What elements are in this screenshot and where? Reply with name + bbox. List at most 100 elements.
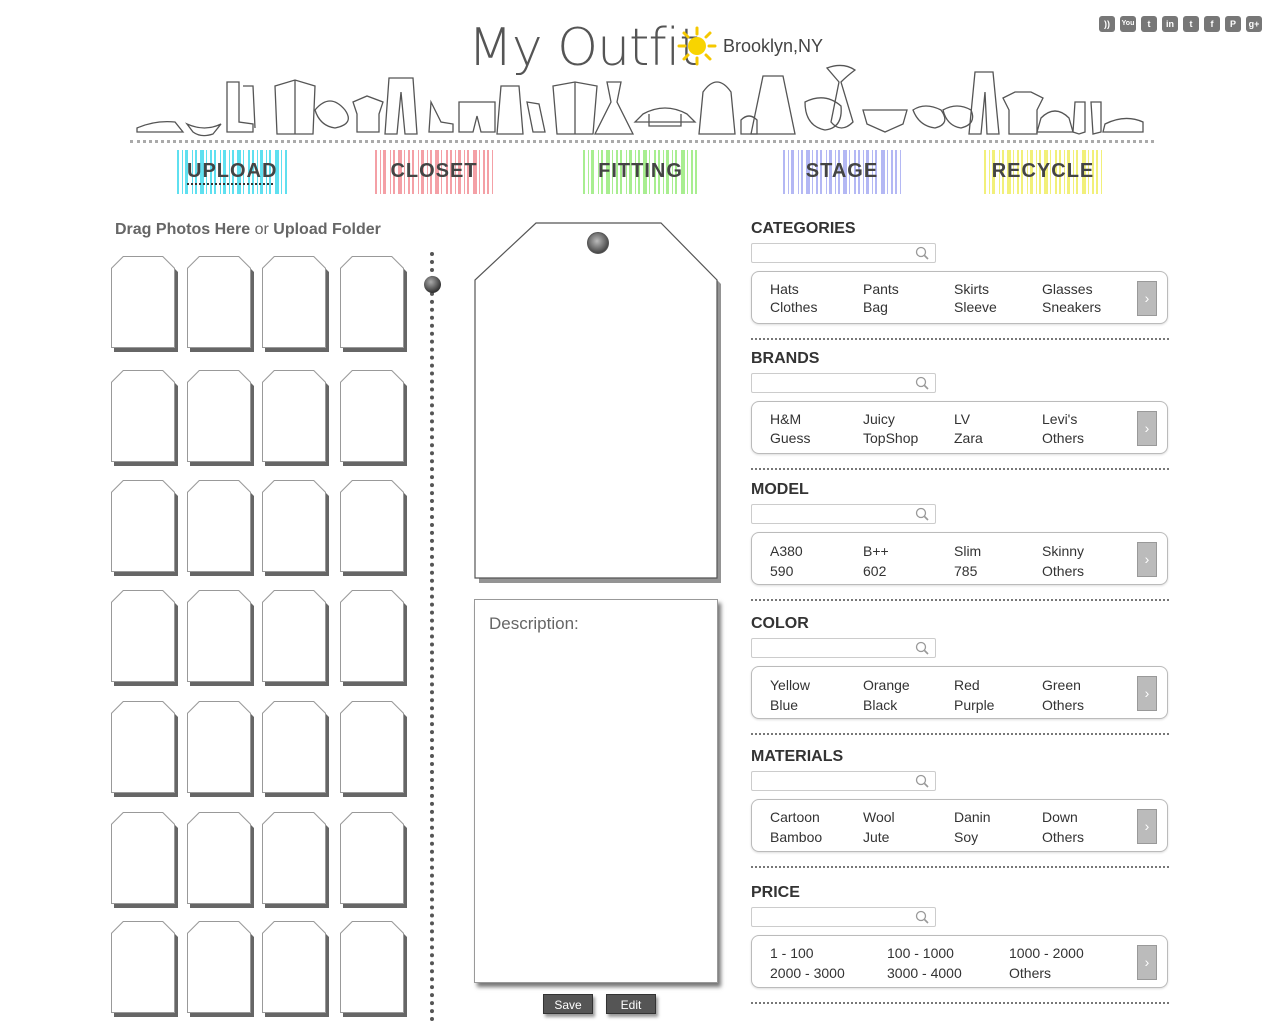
- categories-option[interactable]: Clothes: [770, 299, 817, 315]
- photo-tag-slot[interactable]: [111, 590, 179, 686]
- photo-tag-slot[interactable]: [262, 480, 330, 576]
- brands-option[interactable]: H&M: [770, 411, 801, 427]
- photo-tag-slot[interactable]: [187, 921, 255, 1017]
- search-icon[interactable]: [915, 641, 929, 655]
- brands-option[interactable]: Zara: [954, 430, 983, 446]
- materials-option[interactable]: Down: [1042, 809, 1078, 825]
- chevron-right-icon[interactable]: ›: [1137, 281, 1157, 316]
- photo-tag-slot[interactable]: [111, 480, 179, 576]
- search-icon[interactable]: [915, 774, 929, 788]
- model-option[interactable]: Others: [1042, 563, 1084, 579]
- brands-option[interactable]: LV: [954, 411, 970, 427]
- photo-tag-slot[interactable]: [187, 590, 255, 686]
- photo-tag-slot[interactable]: [111, 370, 179, 466]
- model-option[interactable]: A380: [770, 543, 803, 559]
- photo-tag-slot[interactable]: [340, 812, 408, 908]
- photo-tag-slot[interactable]: [187, 370, 255, 466]
- materials-search-input[interactable]: [751, 771, 936, 791]
- model-option[interactable]: 602: [863, 563, 886, 579]
- photo-tag-slot[interactable]: [340, 370, 408, 466]
- search-icon[interactable]: [915, 246, 929, 260]
- photo-tag-slot[interactable]: [187, 701, 255, 797]
- materials-option[interactable]: Others: [1042, 829, 1084, 845]
- brands-option[interactable]: Juicy: [863, 411, 895, 427]
- rss-icon[interactable]: )): [1099, 16, 1115, 32]
- photo-tag-slot[interactable]: [340, 480, 408, 576]
- price-option[interactable]: 1000 - 2000: [1009, 945, 1084, 961]
- model-option[interactable]: 590: [770, 563, 793, 579]
- search-icon[interactable]: [915, 376, 929, 390]
- linkedin-icon[interactable]: in: [1162, 16, 1178, 32]
- price-option[interactable]: 1 - 100: [770, 945, 814, 961]
- photo-tag-slot[interactable]: [187, 812, 255, 908]
- photo-tag-slot[interactable]: [111, 921, 179, 1017]
- materials-option[interactable]: Danin: [954, 809, 991, 825]
- chevron-right-icon[interactable]: ›: [1137, 945, 1157, 980]
- drag-photos-link[interactable]: Drag Photos Here: [115, 221, 250, 238]
- scroll-handle[interactable]: [424, 276, 441, 293]
- categories-option[interactable]: Glasses: [1042, 281, 1093, 297]
- photo-tag-slot[interactable]: [262, 256, 330, 352]
- photo-tag-slot[interactable]: [262, 921, 330, 1017]
- nav-recycle[interactable]: RECYCLE: [984, 150, 1102, 194]
- color-option[interactable]: Green: [1042, 677, 1081, 693]
- brands-option[interactable]: Levi's: [1042, 411, 1077, 427]
- categories-option[interactable]: Bag: [863, 299, 888, 315]
- model-option[interactable]: B++: [863, 543, 889, 559]
- chevron-right-icon[interactable]: ›: [1137, 411, 1157, 446]
- facebook-icon[interactable]: f: [1204, 16, 1220, 32]
- photo-tag-slot[interactable]: [187, 480, 255, 576]
- brands-option[interactable]: TopShop: [863, 430, 918, 446]
- model-option[interactable]: 785: [954, 563, 977, 579]
- materials-option[interactable]: Jute: [863, 829, 889, 845]
- youtube-icon[interactable]: You: [1120, 16, 1136, 32]
- color-option[interactable]: Others: [1042, 697, 1084, 713]
- save-button[interactable]: Save: [543, 994, 593, 1014]
- model-search-input[interactable]: [751, 504, 936, 524]
- preview-tag[interactable]: [474, 222, 722, 584]
- scroll-track[interactable]: [430, 252, 434, 1022]
- color-option[interactable]: Orange: [863, 677, 910, 693]
- description-box[interactable]: Description:: [474, 599, 718, 983]
- chevron-right-icon[interactable]: ›: [1137, 809, 1157, 844]
- categories-option[interactable]: Hats: [770, 281, 799, 297]
- price-option[interactable]: 100 - 1000: [887, 945, 954, 961]
- categories-option[interactable]: Skirts: [954, 281, 989, 297]
- price-option[interactable]: 3000 - 4000: [887, 965, 962, 981]
- edit-button[interactable]: Edit: [606, 994, 656, 1014]
- search-icon[interactable]: [915, 910, 929, 924]
- price-option[interactable]: 2000 - 3000: [770, 965, 845, 981]
- twitter-icon[interactable]: t: [1183, 16, 1199, 32]
- categories-option[interactable]: Pants: [863, 281, 899, 297]
- pinterest-icon[interactable]: P: [1225, 16, 1241, 32]
- categories-option[interactable]: Sneakers: [1042, 299, 1101, 315]
- brands-search-input[interactable]: [751, 373, 936, 393]
- brands-option[interactable]: Others: [1042, 430, 1084, 446]
- photo-tag-slot[interactable]: [340, 590, 408, 686]
- photo-tag-slot[interactable]: [340, 701, 408, 797]
- price-search-input[interactable]: [751, 907, 936, 927]
- nav-closet[interactable]: CLOSET: [375, 150, 493, 194]
- brands-option[interactable]: Guess: [770, 430, 810, 446]
- photo-tag-slot[interactable]: [340, 921, 408, 1017]
- photo-tag-slot[interactable]: [111, 812, 179, 908]
- photo-tag-slot[interactable]: [111, 256, 179, 352]
- chevron-right-icon[interactable]: ›: [1137, 676, 1157, 711]
- materials-option[interactable]: Bamboo: [770, 829, 822, 845]
- color-option[interactable]: Black: [863, 697, 897, 713]
- upload-folder-link[interactable]: Upload Folder: [273, 221, 381, 238]
- categories-option[interactable]: Sleeve: [954, 299, 997, 315]
- photo-tag-slot[interactable]: [262, 812, 330, 908]
- nav-fitting[interactable]: FITTING: [583, 150, 698, 194]
- color-option[interactable]: Red: [954, 677, 980, 693]
- chevron-right-icon[interactable]: ›: [1137, 542, 1157, 577]
- color-option[interactable]: Purple: [954, 697, 994, 713]
- nav-upload[interactable]: UPLOAD: [177, 150, 287, 194]
- categories-search-input[interactable]: [751, 243, 936, 263]
- color-option[interactable]: Blue: [770, 697, 798, 713]
- nav-stage[interactable]: STAGE: [783, 150, 901, 194]
- photo-tag-slot[interactable]: [262, 701, 330, 797]
- photo-tag-slot[interactable]: [111, 701, 179, 797]
- color-option[interactable]: Yellow: [770, 677, 810, 693]
- search-icon[interactable]: [915, 507, 929, 521]
